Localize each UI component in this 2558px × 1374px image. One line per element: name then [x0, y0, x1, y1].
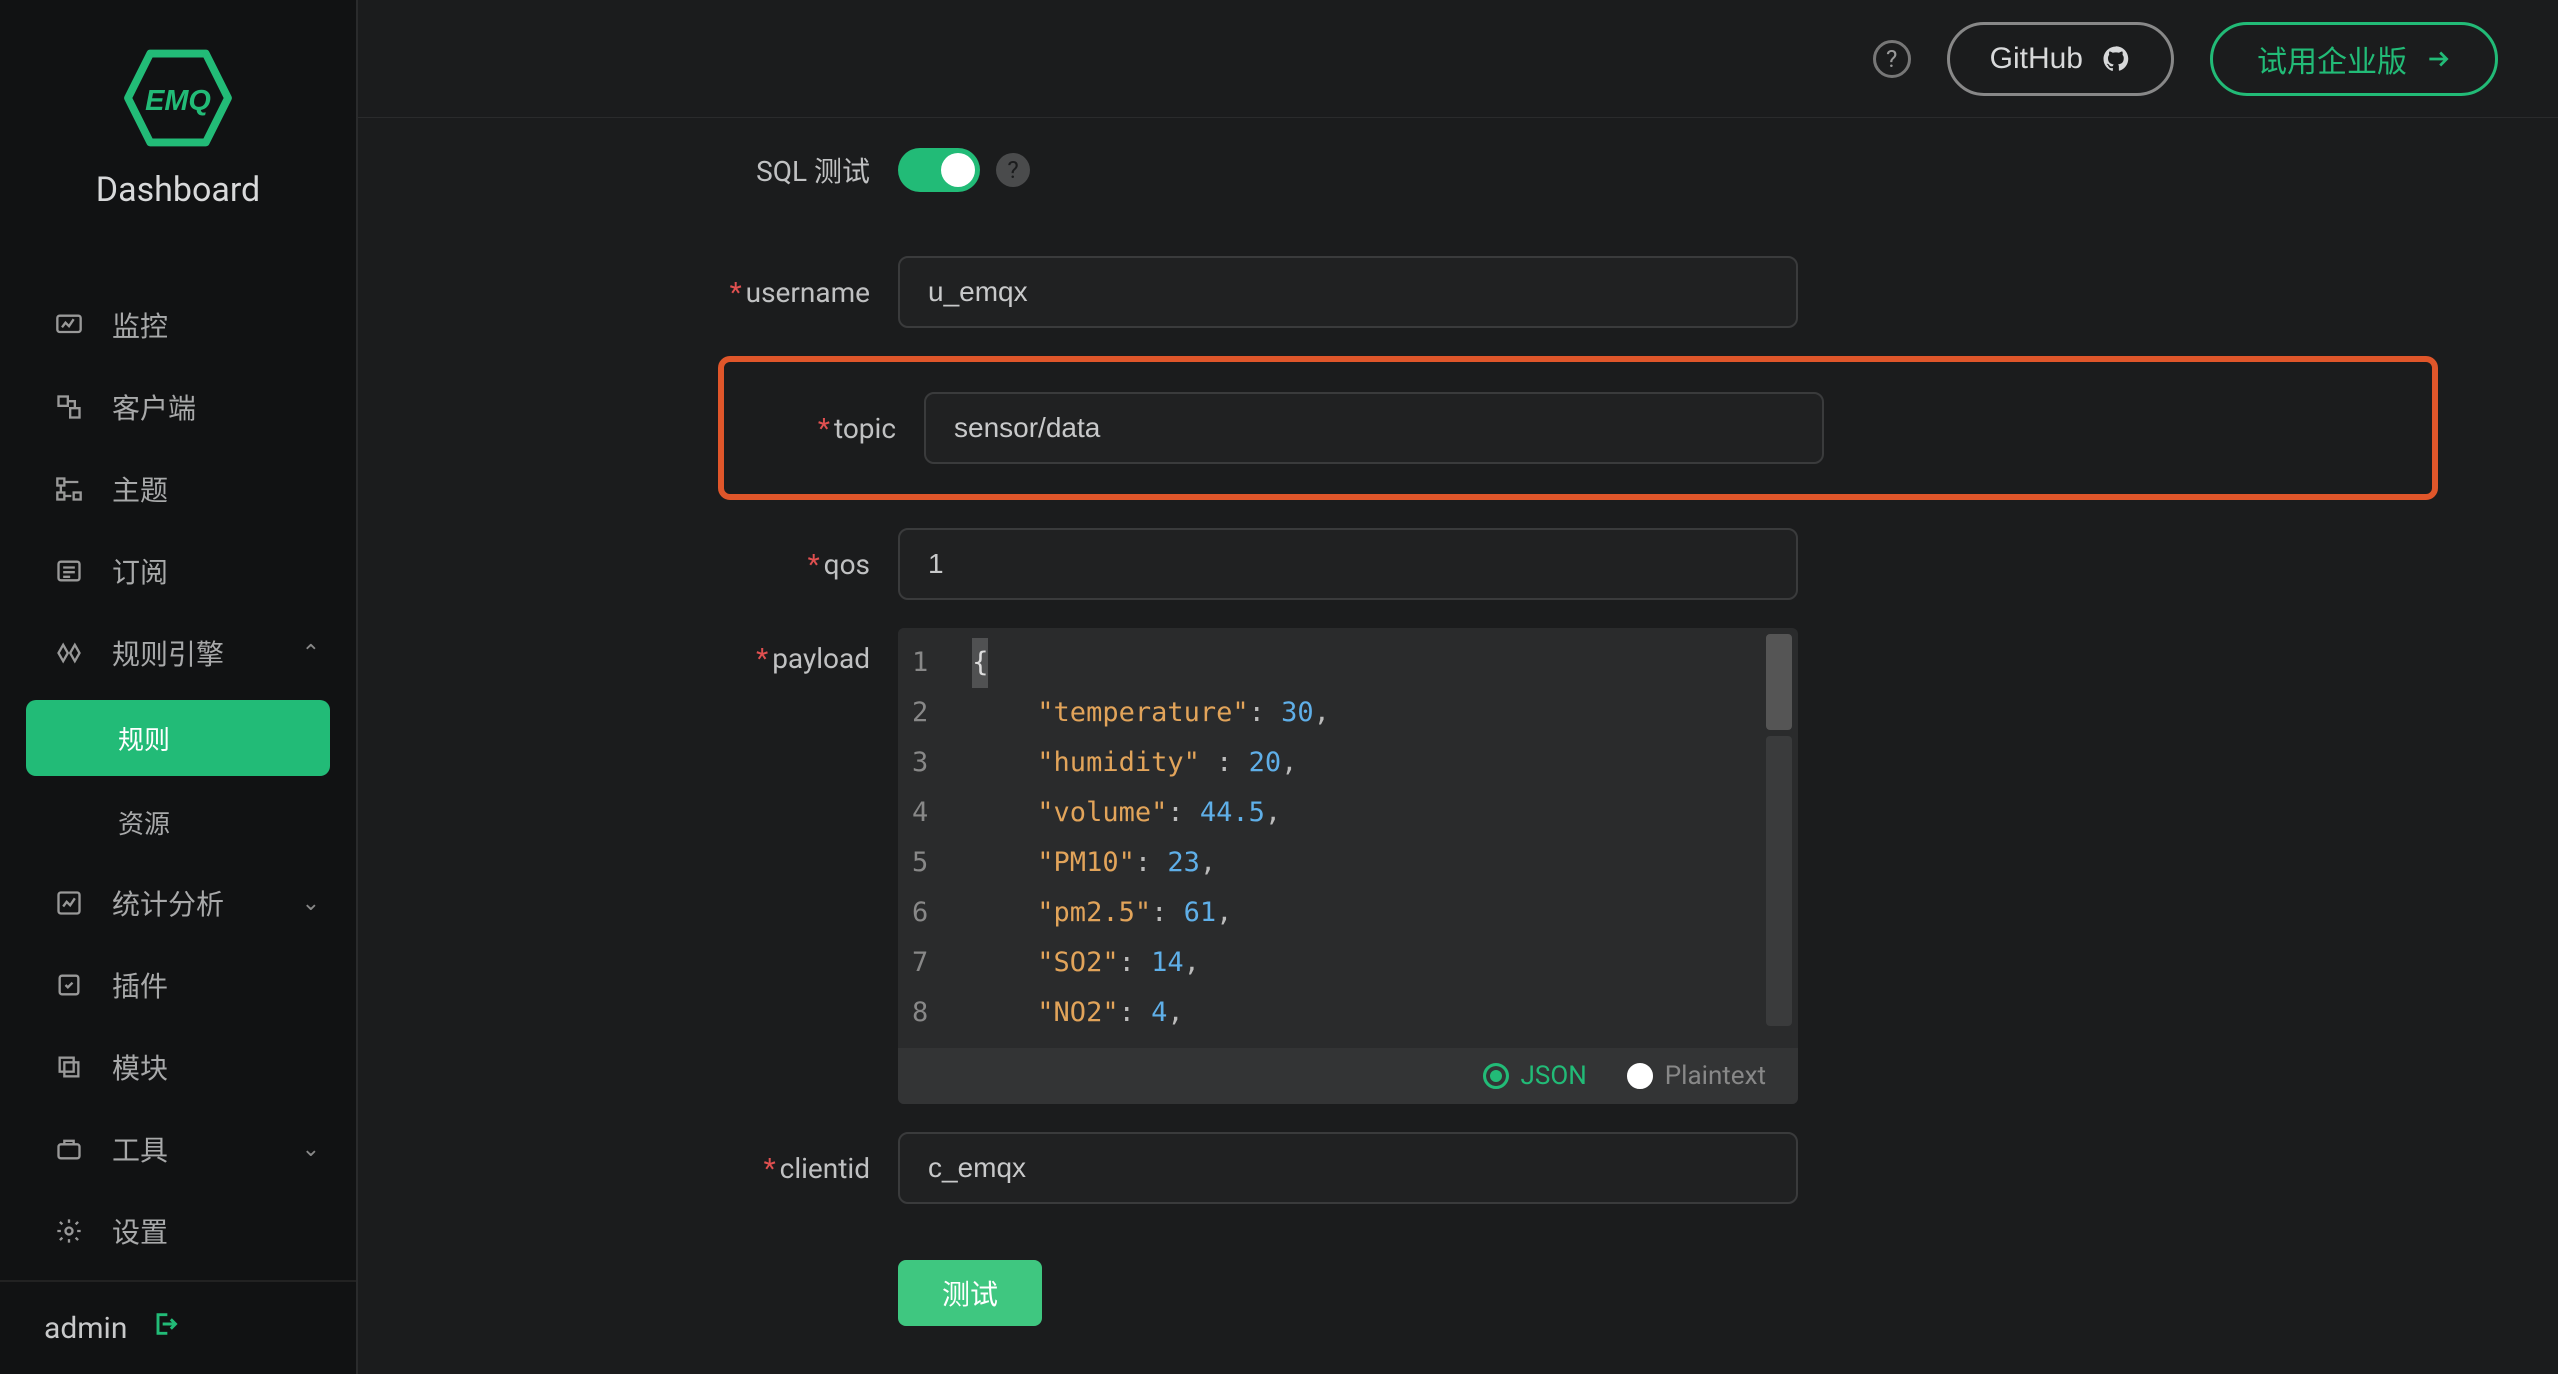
username-label: username	[746, 276, 870, 309]
payload-label: payload	[772, 642, 870, 675]
username-input[interactable]	[898, 256, 1798, 328]
trial-label: 试用企业版	[2257, 37, 2407, 81]
form-content: SQL 测试 ? *username *topic *qos *pa	[358, 118, 2558, 1374]
sidebar-item-label: 规则引擎	[112, 633, 224, 673]
sidebar-item-modules[interactable]: 模块	[0, 1026, 356, 1108]
svg-text:EMQ: EMQ	[145, 85, 211, 117]
sidebar-item-settings[interactable]: 设置	[0, 1190, 356, 1272]
arrow-right-icon	[2425, 46, 2451, 72]
clients-icon	[54, 392, 84, 422]
topics-icon	[54, 474, 84, 504]
format-json-label: JSON	[1521, 1061, 1587, 1091]
logout-icon[interactable]	[151, 1310, 179, 1346]
format-json-radio[interactable]: JSON	[1483, 1061, 1587, 1091]
topic-highlight: *topic	[718, 356, 2438, 500]
gear-icon	[54, 1216, 84, 1246]
clientid-row: *clientid	[718, 1132, 2438, 1204]
format-plaintext-radio[interactable]: Plaintext	[1627, 1061, 1766, 1091]
sidebar-footer: admin	[0, 1280, 356, 1374]
sidebar-item-rule-engine[interactable]: 规则引擎 ⌃	[0, 612, 356, 694]
sql-test-toggle[interactable]	[898, 148, 980, 192]
sidebar-item-label: 客户端	[112, 387, 196, 427]
sidebar-item-label: 模块	[112, 1047, 168, 1087]
sidebar-item-monitor[interactable]: 监控	[0, 284, 356, 366]
chevron-up-icon: ⌃	[302, 641, 320, 666]
sidebar-item-topics[interactable]: 主题	[0, 448, 356, 530]
username-row: *username	[718, 256, 2438, 328]
sidebar-item-label: 规则	[118, 720, 170, 757]
editor-format-bar: JSON Plaintext	[898, 1048, 1798, 1104]
scrollbar-thumb[interactable]	[1766, 634, 1792, 730]
payload-editor[interactable]: 12345678 { "temperature": 30, "humidity"…	[898, 628, 1798, 1104]
clientid-label: clientid	[780, 1152, 870, 1185]
app-title: Dashboard	[0, 170, 356, 210]
sidebar-item-subscriptions[interactable]: 订阅	[0, 530, 356, 612]
topic-input[interactable]	[924, 392, 1824, 464]
rule-engine-icon	[54, 638, 84, 668]
sidebar: EMQ Dashboard 监控 客户端 主题 订阅 规则	[0, 0, 358, 1374]
radio-dot-icon	[1483, 1063, 1509, 1089]
subscriptions-icon	[54, 556, 84, 586]
sidebar-item-plugins[interactable]: 插件	[0, 944, 356, 1026]
sidebar-item-rules[interactable]: 规则	[26, 700, 330, 776]
help-icon[interactable]: ?	[1873, 40, 1911, 78]
sidebar-item-label: 设置	[112, 1211, 168, 1251]
sidebar-item-resources[interactable]: 资源	[0, 782, 356, 862]
format-plain-label: Plaintext	[1665, 1061, 1766, 1091]
chevron-down-icon: ⌄	[302, 891, 320, 916]
payload-row: *payload 12345678 { "temperature": 30, "…	[718, 628, 2438, 1104]
trial-enterprise-button[interactable]: 试用企业版	[2210, 22, 2498, 96]
sidebar-item-label: 插件	[112, 965, 168, 1005]
line-gutter: 12345678	[898, 628, 948, 1048]
test-button[interactable]: 测试	[898, 1260, 1042, 1326]
topic-label: topic	[834, 412, 896, 445]
radio-dot-icon	[1627, 1063, 1653, 1089]
emq-logo-icon: EMQ	[122, 48, 234, 148]
sidebar-item-label: 主题	[112, 469, 168, 509]
test-button-row: 测试	[718, 1260, 2438, 1326]
help-tooltip-icon[interactable]: ?	[996, 153, 1030, 187]
clientid-input[interactable]	[898, 1132, 1798, 1204]
github-icon	[2101, 44, 2131, 74]
sql-test-label: SQL 测试	[718, 150, 898, 190]
analytics-icon	[54, 888, 84, 918]
monitor-icon	[54, 310, 84, 340]
github-label: GitHub	[1990, 42, 2083, 76]
qos-row: *qos	[718, 528, 2438, 600]
modules-icon	[54, 1052, 84, 1082]
tools-icon	[54, 1134, 84, 1164]
nav: 监控 客户端 主题 订阅 规则引擎 ⌃ 规则 资	[0, 240, 356, 1280]
github-button[interactable]: GitHub	[1947, 22, 2174, 96]
sidebar-item-tools[interactable]: 工具 ⌄	[0, 1108, 356, 1190]
code-lines[interactable]: { "temperature": 30, "humidity" : 20, "v…	[948, 628, 1798, 1048]
sidebar-item-analytics[interactable]: 统计分析 ⌄	[0, 862, 356, 944]
sidebar-item-clients[interactable]: 客户端	[0, 366, 356, 448]
sidebar-item-label: 监控	[112, 305, 168, 345]
scrollbar-track	[1766, 736, 1792, 1026]
sidebar-item-label: 工具	[112, 1129, 168, 1169]
plugins-icon	[54, 970, 84, 1000]
sql-test-row: SQL 测试 ?	[718, 148, 2438, 192]
current-user: admin	[44, 1311, 127, 1346]
topbar: ? GitHub 试用企业版	[358, 0, 2558, 118]
sidebar-item-label: 订阅	[112, 551, 168, 591]
logo-block: EMQ Dashboard	[0, 0, 356, 240]
sidebar-item-label: 统计分析	[112, 883, 224, 923]
qos-input[interactable]	[898, 528, 1798, 600]
sidebar-item-label: 资源	[118, 804, 170, 841]
chevron-down-icon: ⌄	[302, 1137, 320, 1162]
qos-label: qos	[824, 548, 870, 581]
